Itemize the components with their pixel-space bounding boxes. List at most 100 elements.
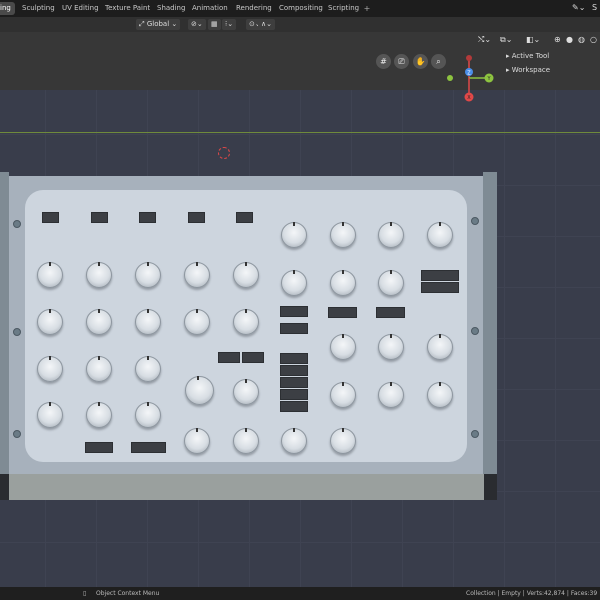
tab-rendering[interactable]: Rendering	[232, 2, 276, 15]
orientation-value: Global	[146, 20, 170, 28]
3d-cursor-icon[interactable]	[218, 147, 230, 159]
knob[interactable]	[135, 309, 161, 335]
knob[interactable]	[37, 262, 63, 288]
add-workspace-button[interactable]: +	[362, 2, 372, 15]
screw-icon	[471, 217, 479, 225]
knob[interactable]	[135, 356, 161, 382]
knob[interactable]	[37, 356, 63, 382]
knob[interactable]	[135, 402, 161, 428]
gizmo-neg-x-dot[interactable]	[466, 55, 472, 61]
panel-slot	[280, 377, 308, 388]
knob[interactable]	[378, 382, 404, 408]
knob[interactable]	[281, 428, 307, 454]
knob[interactable]	[330, 222, 356, 248]
rack-rail-right	[483, 172, 497, 500]
tool-header: ⤢ Global ⌄ ⊘⌄ ▦ ⁝⌄ ⊙⌄ ∧⌄	[0, 17, 600, 32]
gizmo-z-label: Z	[467, 71, 471, 77]
knob[interactable]	[86, 402, 112, 428]
screw-icon	[13, 430, 21, 438]
xray-toggle-icon[interactable]: ◧⌄	[526, 33, 540, 46]
camera-view-icon[interactable]: ⎚	[394, 54, 409, 69]
y-axis-grid-line	[0, 132, 600, 133]
gizmo-toggle-icon[interactable]: ⤭⌄	[478, 33, 491, 46]
tab-scripting[interactable]: Scripting	[324, 2, 363, 15]
knob[interactable]	[281, 222, 307, 248]
scene-label[interactable]: S	[592, 3, 597, 12]
snap-toggle-icon[interactable]: ▦	[208, 19, 221, 30]
overlays-toggle-icon[interactable]: ⧉⌄	[500, 33, 512, 46]
tab-animation[interactable]: Animation	[188, 2, 232, 15]
panel-slot	[280, 365, 308, 376]
panel-slot	[85, 442, 113, 453]
status-hint: Object Context Menu	[96, 590, 160, 597]
knob[interactable]	[37, 309, 63, 335]
screw-icon	[13, 328, 21, 336]
orientation-icon: ⤢	[139, 20, 147, 28]
knob[interactable]	[184, 262, 210, 288]
knob[interactable]	[233, 379, 259, 405]
knob[interactable]	[184, 428, 210, 454]
rack-corner-left	[0, 474, 9, 500]
knob[interactable]	[427, 382, 453, 408]
knob[interactable]	[427, 222, 453, 248]
knob[interactable]	[184, 309, 210, 335]
tab-shading[interactable]: Shading	[153, 2, 189, 15]
knob[interactable]	[281, 270, 307, 296]
panel-slot	[131, 442, 166, 453]
navigation-gizmo[interactable]: Z Y X	[443, 52, 503, 104]
knob[interactable]	[135, 262, 161, 288]
rack-front-edge	[8, 474, 484, 500]
pivot-point-dropdown[interactable]: ⊘⌄	[188, 19, 206, 30]
sidebar-item-workspace[interactable]: ▸ Workspace	[500, 63, 600, 77]
rack-rail-left	[0, 172, 9, 500]
tab-sculpting[interactable]: Sculpting	[18, 2, 59, 15]
sidebar-item-label: Workspace	[511, 66, 551, 74]
rack-corner-right	[484, 474, 497, 500]
snap-target-dropdown[interactable]: ⁝⌄	[222, 19, 237, 30]
3d-viewport[interactable]	[0, 90, 600, 587]
knob-large[interactable]	[185, 376, 214, 405]
tab-uv-editing[interactable]: UV Editing	[58, 2, 103, 15]
sidebar-item-active-tool[interactable]: ▸ Active Tool	[500, 49, 600, 63]
knob[interactable]	[233, 428, 259, 454]
screw-icon	[471, 430, 479, 438]
knob[interactable]	[233, 309, 259, 335]
tab-layout[interactable]: ing	[0, 2, 15, 15]
tab-compositing[interactable]: Compositing	[275, 2, 327, 15]
knob[interactable]	[378, 270, 404, 296]
knob[interactable]	[378, 334, 404, 360]
knob[interactable]	[330, 334, 356, 360]
pan-hand-icon[interactable]: ✋	[413, 54, 428, 69]
sidebar-item-label: Active Tool	[511, 52, 550, 60]
knob[interactable]	[330, 270, 356, 296]
knob[interactable]	[37, 402, 63, 428]
knob[interactable]	[330, 382, 356, 408]
panel-slot	[421, 270, 459, 281]
knob[interactable]	[86, 356, 112, 382]
gizmo-neg-y-dot[interactable]	[447, 75, 453, 81]
panel-slot	[280, 401, 308, 412]
falloff-icon[interactable]: ∧⌄	[258, 19, 275, 30]
knob[interactable]	[86, 262, 112, 288]
status-bar: ▯ Object Context Menu Collection | Empty…	[0, 587, 600, 600]
transform-orientation-dropdown[interactable]: ⤢ Global ⌄	[136, 19, 181, 30]
knob[interactable]	[378, 222, 404, 248]
knob[interactable]	[86, 309, 112, 335]
solid-shading-icon[interactable]: ●	[566, 33, 573, 46]
panel-slot	[188, 212, 205, 223]
panel-slot	[42, 212, 59, 223]
wireframe-shading-icon[interactable]: ⊕	[554, 33, 561, 46]
knob[interactable]	[233, 262, 259, 288]
panel-slot	[328, 307, 357, 318]
scene-icon[interactable]: ✎⌄	[572, 3, 585, 12]
grid-toggle-icon[interactable]: #	[376, 54, 391, 69]
panel-slot	[280, 306, 308, 317]
knob[interactable]	[330, 428, 356, 454]
knob[interactable]	[427, 334, 453, 360]
rendered-shading-icon[interactable]: ○	[590, 33, 597, 46]
panel-slot	[280, 323, 308, 334]
tab-texture-paint[interactable]: Texture Paint	[101, 2, 154, 15]
material-shading-icon[interactable]: ◍	[578, 33, 585, 46]
gizmo-x-label: X	[467, 95, 471, 101]
panel-slot	[139, 212, 156, 223]
